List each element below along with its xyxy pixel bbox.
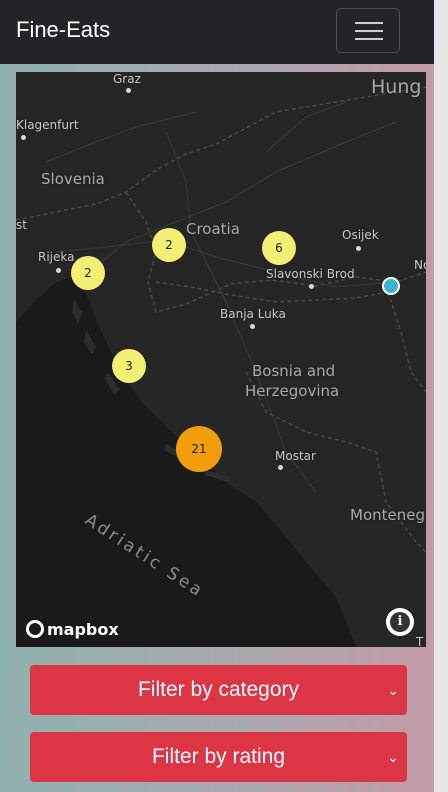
place-label-slovenia: Slovenia [41, 170, 105, 188]
city-dot [126, 88, 131, 93]
city-dot [309, 284, 314, 289]
place-label-klagenfurt: Klagenfurt [16, 118, 79, 132]
navbar-toggle-button[interactable] [336, 8, 400, 53]
hamburger-bar [355, 30, 383, 32]
filter-category-label: Filter by category [137, 678, 300, 701]
map[interactable]: Graz Hung Klagenfurt Slovenia st Croatia… [16, 72, 426, 647]
city-dot [278, 465, 283, 470]
cluster-count: 21 [191, 442, 207, 456]
place-label-mostar: Mostar [275, 449, 316, 463]
chevron-down-icon: ⌄ [387, 682, 399, 698]
cluster-count: 6 [275, 241, 283, 255]
cluster-marker-large[interactable]: 21 [176, 426, 222, 472]
map-basemap [16, 86, 426, 647]
city-dot [250, 324, 255, 329]
place-label-croatia: Croatia [186, 220, 240, 238]
place-label-osijek: Osijek [342, 228, 379, 242]
place-label-banja-luka: Banja Luka [220, 307, 286, 321]
navbar: Fine-Eats [0, 0, 434, 64]
cluster-marker[interactable]: 3 [112, 349, 146, 383]
place-label-st: st [16, 218, 27, 232]
place-label-t: T [416, 635, 424, 647]
chevron-down-icon: ⌄ [387, 749, 399, 765]
page-scrollbar[interactable] [434, 0, 448, 792]
cluster-marker[interactable]: 6 [262, 231, 296, 265]
place-label-no: No [414, 258, 426, 272]
filter-category-select[interactable]: Filter by category ⌄ [30, 665, 407, 715]
place-label-herzegovina: Herzegovina [245, 382, 340, 400]
hamburger-bar [355, 38, 383, 40]
cluster-marker[interactable]: 2 [152, 228, 186, 262]
mapbox-logo-text: mapbox [47, 619, 119, 639]
place-label-rijeka: Rijeka [38, 250, 75, 264]
info-icon: i [390, 612, 410, 632]
brand-title[interactable]: Fine-Eats [16, 16, 110, 44]
city-dot [356, 246, 361, 251]
filter-rating-select[interactable]: Filter by rating ⌄ [30, 732, 407, 782]
place-label-slavonski-brod: Slavonski Brod [266, 267, 355, 281]
location-marker[interactable] [382, 277, 400, 295]
attribution-info-button[interactable]: i [386, 608, 414, 636]
hamburger-menu-icon [355, 22, 383, 24]
mapbox-logo[interactable]: mapbox [26, 617, 119, 641]
cluster-marker[interactable]: 2 [71, 256, 105, 290]
city-dot [56, 268, 61, 273]
place-label-hung: Hung [371, 76, 422, 98]
city-dot [21, 135, 26, 140]
mapbox-logo-icon [26, 620, 44, 638]
cluster-count: 2 [84, 266, 92, 280]
place-label-bosnia: Bosnia and [252, 362, 336, 380]
place-label-monteneg: Monteneg [350, 506, 425, 524]
place-label-graz: Graz [113, 72, 141, 86]
cluster-count: 2 [165, 238, 173, 252]
filter-rating-label: Filter by rating [151, 745, 286, 768]
cluster-count: 3 [125, 359, 133, 373]
